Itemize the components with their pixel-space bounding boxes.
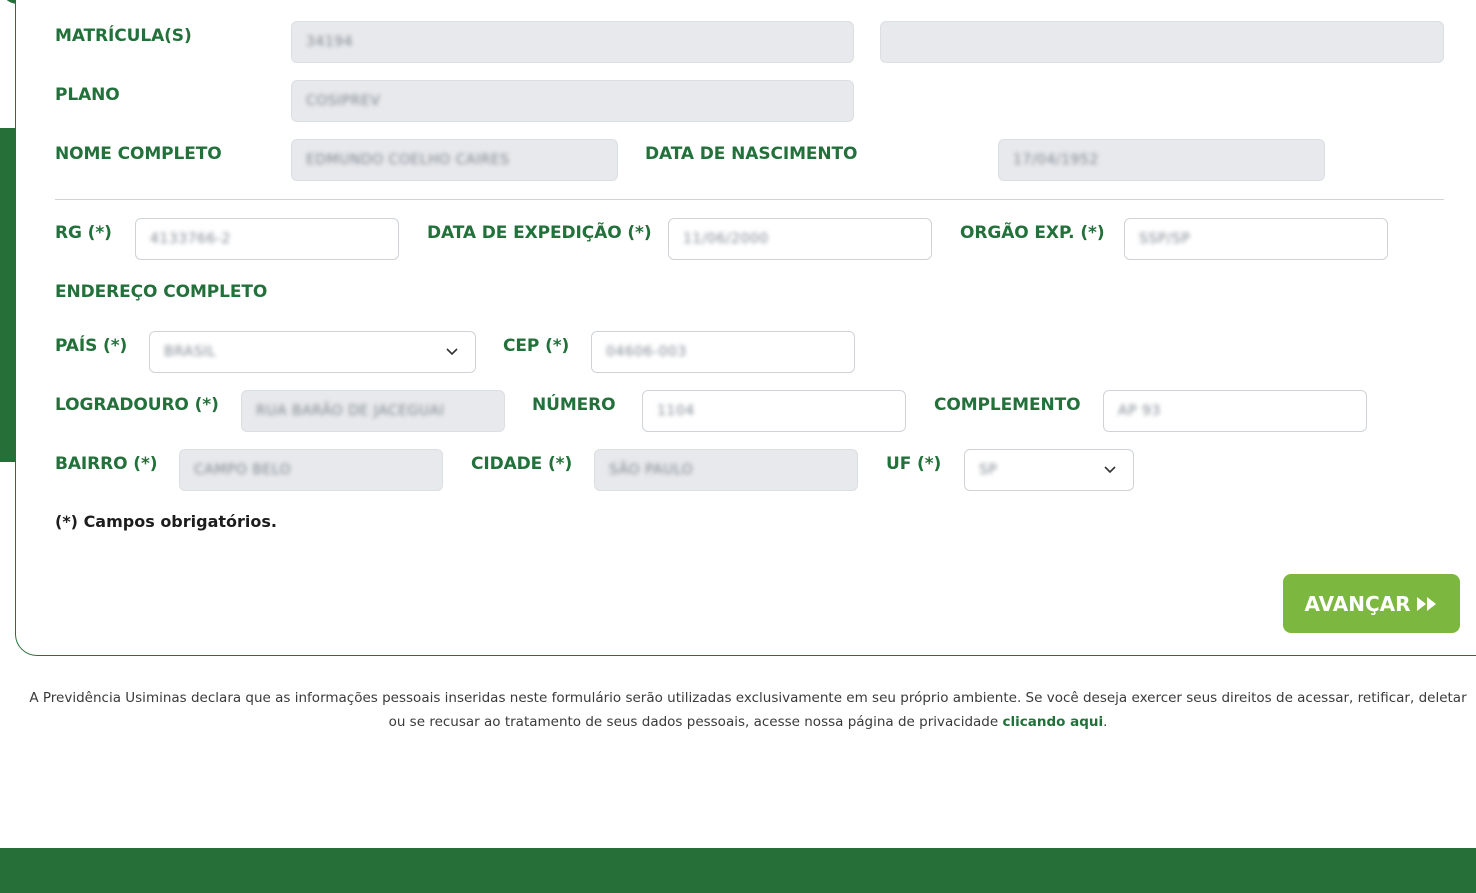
cep-value: 04606-003 (606, 344, 687, 360)
numero-value: 1104 (657, 403, 695, 419)
pais-select[interactable]: BRASIL (149, 331, 476, 373)
section-divider (55, 199, 1444, 200)
disclaimer-line-1: A Previdência Usiminas declara que as in… (29, 690, 1467, 706)
disclaimer-end: . (1103, 714, 1108, 730)
privacy-link[interactable]: clicando aqui (1002, 714, 1103, 730)
expedicao-input[interactable]: 11/06/2000 (668, 218, 932, 260)
plano-label: PLANO (55, 85, 120, 105)
privacy-disclaimer: A Previdência Usiminas declara que as in… (20, 686, 1476, 734)
chevron-down-icon (446, 348, 458, 356)
cidade-field: SÃO PAULO (594, 449, 858, 491)
double-chevron-right-icon (1416, 596, 1436, 611)
cidade-label: CIDADE (*) (471, 454, 573, 474)
logradouro-field: RUA BARÃO DE JACEGUAI (241, 390, 505, 432)
orgao-value: SSP/SP (1139, 231, 1191, 247)
matricula-field: 34194 (291, 21, 854, 63)
cep-label: CEP (*) (503, 336, 570, 356)
complemento-label: COMPLEMENTO (934, 395, 1081, 415)
nascimento-field: 17/04/1952 (998, 139, 1325, 181)
cidade-value: SÃO PAULO (609, 462, 694, 478)
pais-label: PAÍS (*) (55, 336, 128, 356)
nascimento-label: DATA DE NASCIMENTO (645, 144, 858, 164)
endereco-heading: ENDEREÇO COMPLETO (55, 282, 268, 302)
nome-field: EDMUNDO COELHO CAIRES (291, 139, 618, 181)
matricula-value: 34194 (306, 34, 354, 50)
nascimento-value: 17/04/1952 (1013, 152, 1099, 168)
plano-field: COSIPREV (291, 80, 854, 122)
uf-select[interactable]: SP (964, 449, 1134, 491)
nome-label: NOME COMPLETO (55, 144, 222, 164)
nome-value: EDMUNDO COELHO CAIRES (306, 152, 510, 168)
uf-label: UF (*) (886, 454, 942, 474)
rg-label: RG (*) (55, 223, 112, 243)
required-fields-note: (*) Campos obrigatórios. (55, 512, 277, 531)
disclaimer-line-2: ou se recusar ao tratamento de seus dado… (388, 714, 1003, 730)
complemento-input[interactable]: AP 93 (1103, 390, 1367, 432)
expedicao-label: DATA DE EXPEDIÇÃO (*) (427, 223, 652, 243)
bairro-value: CAMPO BELO (194, 462, 292, 478)
logradouro-label: LOGRADOURO (*) (55, 395, 219, 415)
rg-input[interactable]: 4133766-2 (135, 218, 399, 260)
complemento-value: AP 93 (1118, 403, 1161, 419)
uf-value: SP (979, 462, 998, 478)
page-footer (0, 848, 1476, 893)
advance-button[interactable]: AVANÇAR (1283, 574, 1460, 633)
plano-value: COSIPREV (306, 93, 381, 109)
bairro-label: BAIRRO (*) (55, 454, 158, 474)
pais-value: BRASIL (164, 344, 217, 360)
numero-label: NÚMERO (532, 395, 616, 415)
cep-input[interactable]: 04606-003 (591, 331, 855, 373)
logradouro-value: RUA BARÃO DE JACEGUAI (256, 403, 445, 419)
numero-input[interactable]: 1104 (642, 390, 906, 432)
chevron-down-icon (1104, 466, 1116, 474)
side-accent-bar (0, 128, 16, 462)
advance-button-label: AVANÇAR (1304, 591, 1411, 616)
expedicao-value: 11/06/2000 (683, 231, 769, 247)
matricula-field-2 (880, 21, 1444, 63)
orgao-label: ORGÃO EXP. (*) (960, 223, 1105, 243)
bairro-field: CAMPO BELO (179, 449, 443, 491)
orgao-input[interactable]: SSP/SP (1124, 218, 1388, 260)
matricula-label: MATRÍCULA(S) (55, 26, 192, 46)
rg-value: 4133766-2 (150, 231, 231, 247)
